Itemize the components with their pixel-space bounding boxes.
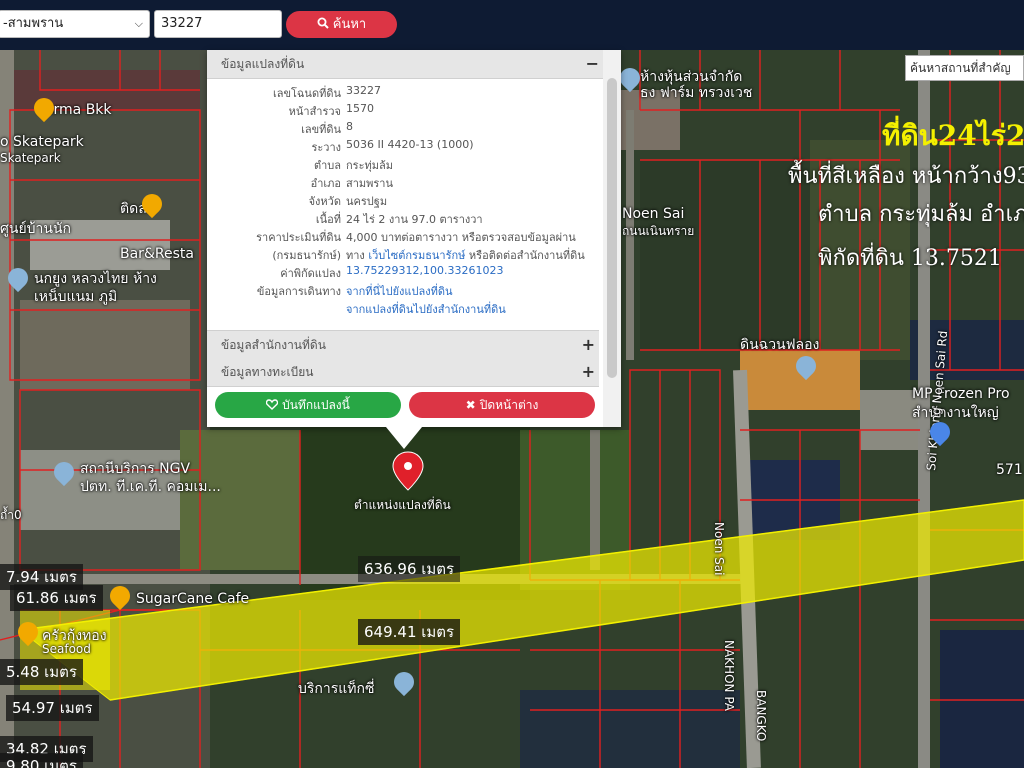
info-row: ข้อมูลการเดินทาง จากที่นี่ไปยังแปลงที่ดิน	[207, 280, 621, 298]
info-row: จังหวัด นครปฐม	[207, 190, 621, 208]
district-select[interactable]: -สามพราน ⌵	[0, 10, 150, 38]
info-value-text: หรือติดต่อสำนักงานที่ดิน	[468, 249, 585, 262]
measure-label: 54.97 เมตร	[6, 695, 99, 721]
close-icon: ✖	[465, 398, 476, 412]
section-land-office[interactable]: ข้อมูลสำนักงานที่ดิน +	[207, 330, 599, 360]
close-window-label: ปิดหน้าต่าง	[479, 398, 539, 412]
parcel-info-rows: เลขโฉนดที่ดิน 33227 หน้าสำรวจ 1570 เลขที่ด…	[207, 79, 621, 316]
save-parcel-button[interactable]: บันทึกแปลงนี้	[215, 392, 401, 418]
overlay-line-1: พื้นที่สีเหลือง หน้ากว้าง93	[788, 164, 1024, 189]
place-bar-resta[interactable]: Bar&Resta	[120, 246, 194, 262]
landmark-search-input[interactable]: ค้นหาสถานที่สำคัญ	[905, 55, 1024, 81]
info-row: หน้าสำรวจ 1570	[207, 100, 621, 118]
place-ptt: ปตท. ที.เค.ที. คอมเม...	[80, 479, 221, 495]
plus-icon[interactable]: +	[582, 358, 595, 386]
place-sugarcane-cafe[interactable]: SugarCane Cafe	[136, 591, 249, 607]
top-search-bar: -สามพราน ⌵ 33227 ค้นหา	[0, 0, 1024, 50]
parcel-info-popup: ข้อมูลแปลงที่ดิน − เลขโฉนดที่ดิน 33227 หน…	[207, 50, 621, 427]
info-row: เนื้อที่ 24 ไร่ 2 งาน 97.0 ตารางวา	[207, 208, 621, 226]
place-noen-sai-thai: ถนนเนินทราย	[622, 224, 695, 238]
popup-scrollbar[interactable]	[603, 50, 621, 427]
info-value: 5036 II 4420-13 (1000)	[346, 138, 474, 151]
info-row: เลขที่ดิน 8	[207, 118, 621, 136]
info-row: ตำบล กระทุ่มล้ม	[207, 154, 621, 172]
popup-actions: บันทึกแปลงนี้ ✖ ปิดหน้าต่าง	[215, 392, 603, 418]
section-land-office-title: ข้อมูลสำนักงานที่ดิน	[221, 338, 326, 352]
place-mp-frozen[interactable]: MP Frozen Pro	[912, 386, 1010, 402]
place-label-6: ธง ฟาร์ม ทรวงเวช	[640, 85, 753, 101]
save-parcel-label: บันทึกแปลงนี้	[282, 398, 350, 412]
close-window-button[interactable]: ✖ ปิดหน้าต่าง	[409, 392, 595, 418]
road-nakhon-pathom: NAKHON PA	[722, 640, 736, 711]
search-button-label: ค้นหา	[332, 17, 367, 32]
district-select-value: -สามพราน	[3, 16, 64, 31]
minus-icon[interactable]: −	[586, 50, 599, 78]
scrollbar-thumb[interactable]	[607, 78, 617, 378]
plus-icon[interactable]: +	[582, 331, 595, 359]
heart-icon	[265, 399, 279, 410]
road-571: 571	[996, 462, 1023, 478]
info-value-text: ทาง	[346, 249, 365, 262]
search-icon	[317, 17, 329, 29]
overlay-line-2: ตำบล กระทุ่มล้ม อำเภ	[818, 202, 1024, 227]
place-skatepark[interactable]: o Skatepark	[0, 134, 84, 150]
info-row: (กรมธนารักษ์) ทาง เว็บไซต์กรมธนารักษ์ หรื…	[207, 244, 621, 262]
parcel-marker-label: ตำแหน่งแปลงที่ดิน	[354, 498, 451, 512]
info-row: อำเภอ สามพราน	[207, 172, 621, 190]
parcel-number-input[interactable]: 33227	[154, 10, 282, 38]
overlay-title: ที่ดิน24ไร่2	[882, 119, 1024, 152]
popup-pointer	[386, 427, 422, 449]
measure-label: 649.41 เมตร	[358, 619, 461, 645]
info-row: จากแปลงที่ดินไปยังสำนักงานที่ดิน	[207, 298, 621, 316]
info-value: 8	[346, 120, 353, 133]
search-button[interactable]: ค้นหา	[286, 11, 397, 38]
place-head-office: สำนักงานใหญ่	[912, 405, 999, 421]
section-register[interactable]: ข้อมูลทางทะเบียน +	[207, 358, 599, 387]
info-row: เลขโฉนดที่ดิน 33227	[207, 82, 621, 100]
info-row: ราคาประเมินที่ดิน 4,000 บาทต่อตารางวา หรื…	[207, 226, 621, 244]
coordinates-link[interactable]: 13.75229312,100.33261023	[346, 264, 503, 277]
directions-to-office-link[interactable]: จากแปลงที่ดินไปยังสำนักงานที่ดิน	[346, 300, 506, 318]
measure-label: 5.48 เมตร	[0, 659, 83, 685]
measure-label: 61.86 เมตร	[10, 585, 103, 611]
overlay-line-3: พิกัดที่ดิน 13.7521	[818, 246, 1002, 271]
section-parcel-info[interactable]: ข้อมูลแปลงที่ดิน −	[207, 50, 603, 79]
treasury-website-link[interactable]: เว็บไซต์กรมธนารักษ์	[368, 249, 465, 262]
place-taxi[interactable]: บริการแท็กซี่	[298, 678, 375, 700]
info-value: 1570	[346, 102, 374, 115]
place-label-7[interactable]: ดินฉวนฟลอง	[740, 334, 819, 356]
place-label-4: เหน็บแนม ภูมิ	[34, 289, 118, 305]
chevron-down-icon: ⌵	[134, 17, 143, 30]
place-skatepark-sub: Skatepark	[0, 151, 61, 165]
road-noen-sai: Noen Sai	[712, 522, 726, 576]
info-value: 33227	[346, 84, 381, 97]
measure-label: 9.80 เมตร	[0, 753, 83, 768]
info-row: ค่าพิกัดแปลง 13.75229312,100.33261023	[207, 262, 621, 280]
info-row: ระวาง 5036 II 4420-13 (1000)	[207, 136, 621, 154]
place-noen-sai[interactable]: Noen Sai	[622, 206, 684, 222]
section-register-title: ข้อมูลทางทะเบียน	[221, 365, 314, 379]
section-parcel-info-title: ข้อมูลแปลงที่ดิน	[221, 57, 305, 71]
road-label-left: ถ้ำ0	[0, 508, 22, 522]
road-bangkok: BANGKO	[754, 690, 768, 742]
place-label-1[interactable]: ศูนย์บ้านนัก	[0, 218, 71, 240]
measure-label: 636.96 เมตร	[358, 556, 461, 582]
place-seafood: Seafood	[42, 642, 91, 656]
